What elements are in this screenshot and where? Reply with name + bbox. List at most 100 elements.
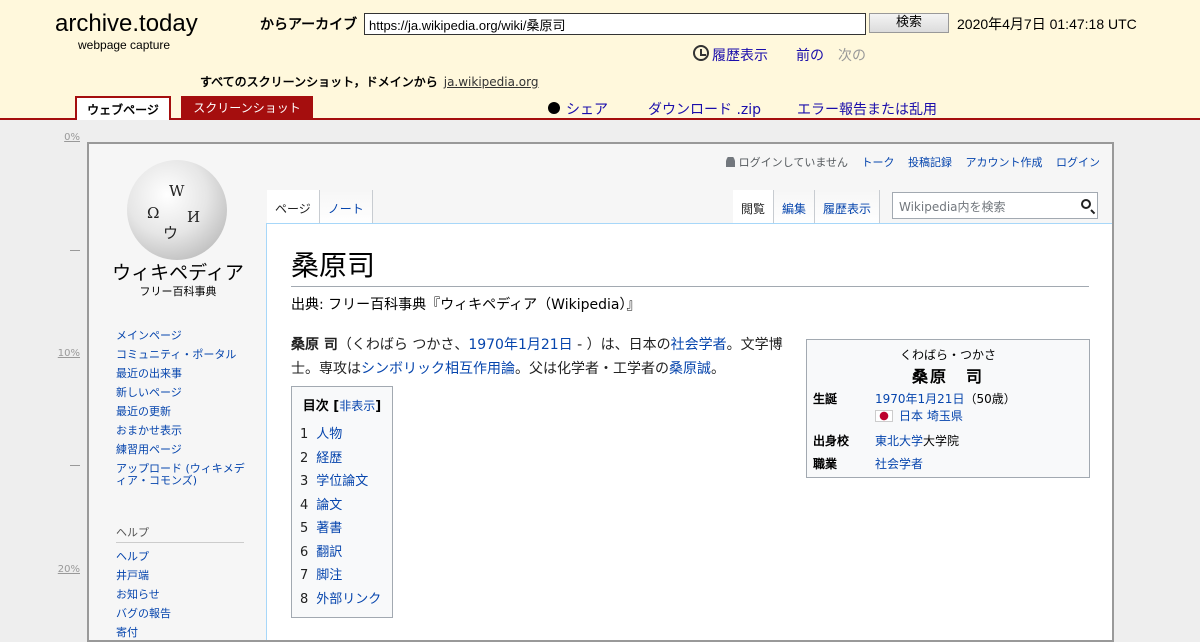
ruler-mark-20[interactable]: 20% [58, 564, 80, 575]
tab-read[interactable]: 閲覧 [733, 190, 775, 224]
father-link[interactable]: 桑原誠 [669, 361, 711, 377]
domain-line: すべてのスクリーンショット，ドメインから ja.wikipedia.org [200, 73, 538, 90]
toc-link[interactable]: 外部リンク [316, 592, 381, 607]
sidebar-help-nav: ヘルプ 井戸端 お知らせ バグの報告 寄付 [116, 551, 246, 640]
ruler-mark-10[interactable]: 10% [58, 348, 80, 359]
tab-edit[interactable]: 編集 [774, 190, 816, 224]
infobox-label: 出身校 [813, 434, 850, 448]
tab-talk[interactable]: ノート [319, 190, 373, 224]
lead-text: - ）は、日本の [572, 337, 671, 353]
sidebar-item[interactable]: 寄付 [116, 627, 246, 639]
sidebar-item[interactable]: 最近の出来事 [116, 368, 246, 380]
sidebar-item[interactable]: おまかせ表示 [116, 425, 246, 437]
toc-link[interactable]: 人物 [316, 427, 342, 442]
sidebar-item[interactable]: コミュニティ・ポータル [116, 349, 246, 361]
toc-num: 1 [300, 427, 309, 442]
toc-link[interactable]: 学位論文 [316, 474, 368, 489]
toc-item: 1 人物 [300, 423, 384, 447]
toc-link[interactable]: 経歴 [316, 451, 342, 466]
lead-text: 。 [711, 361, 725, 377]
birth-place-link[interactable]: 日本 埼玉県 [899, 409, 963, 423]
infobox-name: 桑原 司 [911, 367, 984, 386]
infobox-value: 1970年1月21日（50歳） 日本 埼玉県 [875, 390, 1016, 424]
job-link[interactable]: 社会学者 [875, 457, 923, 471]
toc-link[interactable]: 脚注 [316, 568, 342, 583]
toc-title: 目次 [非表示] [302, 399, 382, 414]
prev-link[interactable]: 前の [796, 45, 824, 65]
sidebar-item[interactable]: メインページ [116, 330, 246, 342]
search-icon[interactable] [1081, 199, 1091, 209]
url-input[interactable] [364, 13, 866, 35]
share-icon [548, 102, 560, 114]
sidebar-item[interactable]: ヘルプ [116, 551, 246, 563]
lead-name: 桑原 司 [291, 337, 338, 353]
article-content: 桑原司 出典: フリー百科事典『ウィキペディア（Wikipedia）』 桑原 司… [266, 223, 1112, 640]
tab-webpage[interactable]: ウェブページ [75, 96, 171, 120]
page-title: 桑原司 [291, 244, 1089, 287]
tab-screenshot[interactable]: スクリーンショット [181, 96, 313, 120]
sidebar-divider [116, 542, 244, 543]
infobox-label: 職業 [813, 457, 838, 471]
toc-link[interactable]: 論文 [316, 498, 342, 513]
toc-num: 3 [300, 474, 309, 489]
share-link[interactable]: シェア [566, 99, 608, 119]
contributions-link[interactable]: 投稿記録 [908, 156, 952, 169]
create-account-link[interactable]: アカウント作成 [966, 156, 1043, 169]
sidebar-nav: メインページ コミュニティ・ポータル 最近の出来事 新しいページ 最近の更新 お… [116, 330, 246, 494]
school-rest: 大学院 [923, 434, 960, 448]
toc-item: 8 外部リンク [300, 588, 384, 612]
site-subtitle: 出典: フリー百科事典『ウィキペディア（Wikipedia）』 [291, 297, 641, 313]
toc-heading: 目次 [302, 399, 329, 414]
sidebar-item[interactable]: バグの報告 [116, 608, 246, 620]
toc-link[interactable]: 翻訳 [316, 545, 342, 560]
wiki-search-input[interactable]: Wikipedia内を検索 [892, 192, 1098, 219]
download-link[interactable]: ダウンロード .zip [648, 99, 761, 119]
table-of-contents: 目次 [非表示] 1 人物 2 経歴 3 学位論文 4 論文 5 著書 6 翻訳 7 脚注 8… [291, 386, 393, 618]
personal-tools: ログインしていません トーク 投稿記録 アカウント作成 ログイン [725, 154, 1100, 170]
toc-link[interactable]: 著書 [316, 521, 342, 536]
history-link[interactable]: 履歴表示 [712, 45, 768, 65]
infobox-value: 社会学者 [875, 455, 923, 472]
sidebar-item[interactable]: 練習用ページ [116, 444, 246, 456]
school-link[interactable]: 東北大学 [875, 434, 923, 448]
search-button[interactable]: 検索 [869, 13, 949, 33]
namespace-tabs: ページ ノート [267, 190, 373, 224]
wikipedia-globe-icon[interactable]: W Ω И ウ [127, 160, 227, 260]
birth-date-link[interactable]: 1970年1月21日 [875, 392, 964, 406]
logo-title: ウィキペディア [112, 262, 244, 284]
birth-age: （50歳） [964, 392, 1016, 406]
toc-item: 4 論文 [300, 494, 384, 518]
sidebar-item[interactable]: アップロード (ウィキメディア・コモンズ) [116, 463, 246, 487]
sociologist-link[interactable]: 社会学者 [671, 337, 727, 353]
toc-num: 7 [300, 568, 309, 583]
tab-page[interactable]: ページ [267, 190, 320, 224]
symbolic-interactionism-link[interactable]: シンボリック相互作用論 [361, 361, 515, 377]
tab-history[interactable]: 履歴表示 [815, 190, 881, 224]
toc-num: 5 [300, 521, 309, 536]
toc-num: 8 [300, 591, 309, 607]
lead-text: （くわばら つかさ、 [337, 337, 469, 353]
ruler-mark-0[interactable]: 0% [64, 132, 80, 143]
sidebar-help-heading: ヘルプ [116, 526, 149, 539]
user-icon [725, 157, 735, 167]
birth-date-link[interactable]: 1970年1月21日 [468, 337, 572, 353]
toc-num: 6 [300, 544, 309, 560]
archive-date: 2020年4月7日 01:47:18 UTC [957, 16, 1137, 32]
login-link[interactable]: ログイン [1056, 156, 1100, 169]
archive-label: からアーカイブ [260, 17, 358, 33]
report-link[interactable]: エラー報告または乱用 [797, 99, 937, 119]
archive-brand-sub: webpage capture [78, 38, 171, 52]
talk-link[interactable]: トーク [862, 156, 895, 169]
toc-hide-link[interactable]: 非表示 [339, 399, 375, 413]
view-tabs: 閲覧 編集 履歴表示 [733, 190, 881, 224]
archive-brand[interactable]: archive.today [55, 10, 198, 38]
sidebar-item[interactable]: お知らせ [116, 589, 246, 601]
wiki-search-placeholder: Wikipedia内を検索 [899, 200, 1006, 214]
sidebar-item[interactable]: 新しいページ [116, 387, 246, 399]
sidebar-item[interactable]: 最近の更新 [116, 406, 246, 418]
archive-header: archive.today webpage capture からアーカイブ 検索… [0, 0, 1200, 120]
lead-text: 。父は化学者・工学者の [515, 361, 669, 377]
domain-link[interactable]: ja.wikipedia.org [444, 75, 539, 89]
logo-subtitle: フリー百科事典 [139, 285, 217, 298]
sidebar-item[interactable]: 井戸端 [116, 570, 246, 582]
